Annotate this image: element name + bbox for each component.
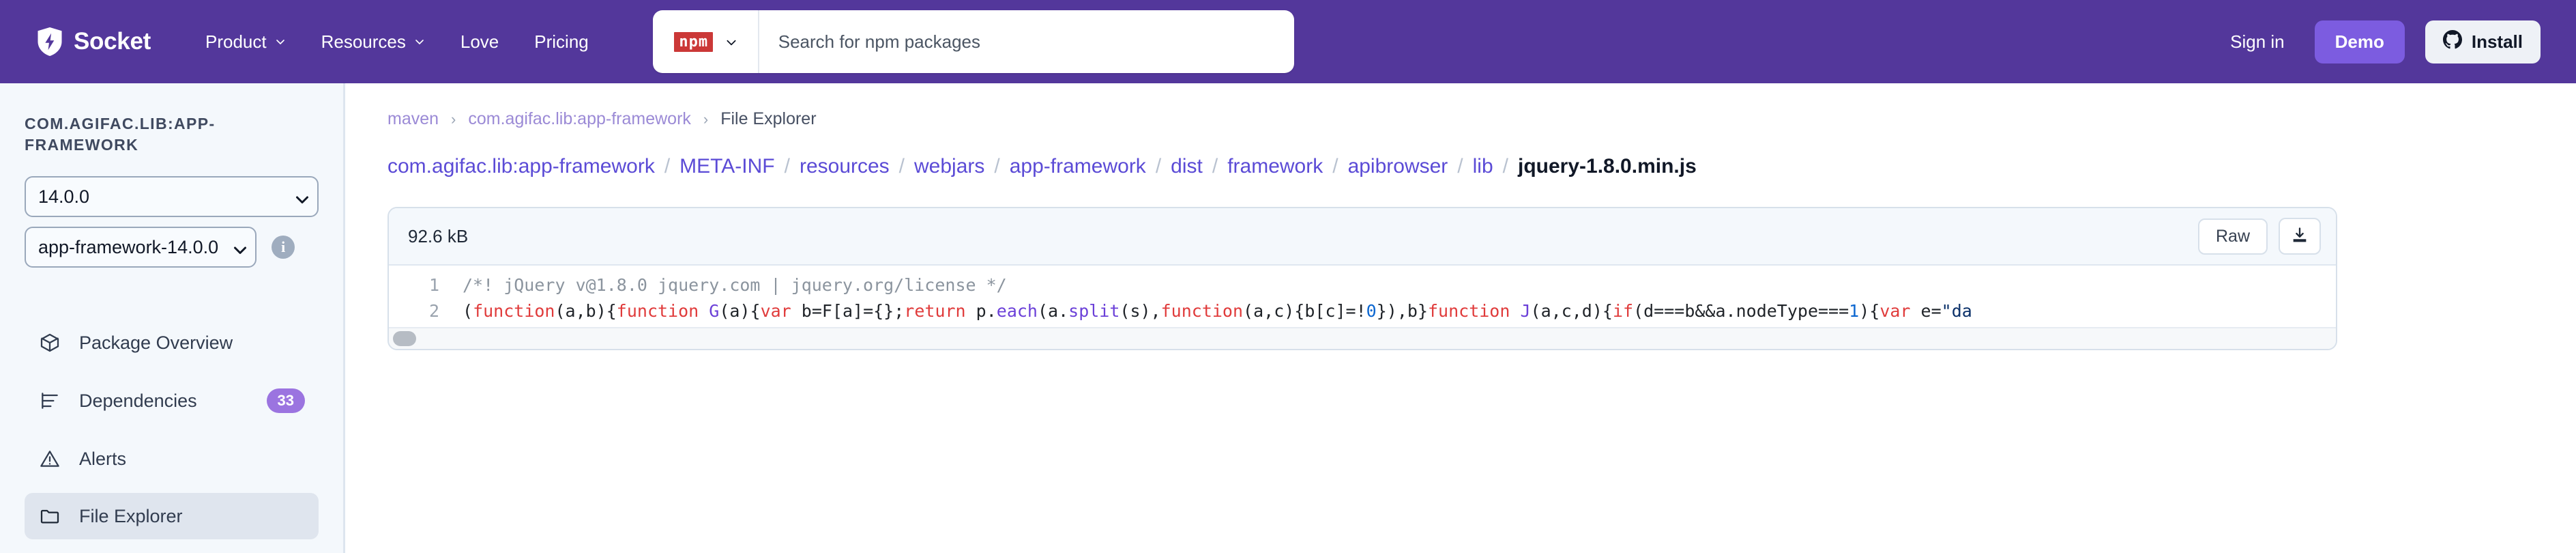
path-segment-lib[interactable]: lib bbox=[1473, 155, 1493, 178]
sidebar-item-file-explorer[interactable]: File Explorer bbox=[25, 493, 319, 540]
path-segment-app-framework[interactable]: app-framework bbox=[1010, 155, 1146, 178]
version-select-value: 14.0.0 bbox=[38, 186, 90, 207]
file-viewer-actions: Raw bbox=[2197, 218, 2321, 255]
path-segment-framework[interactable]: framework bbox=[1227, 155, 1323, 178]
path-separator: / bbox=[898, 155, 905, 178]
breadcrumb-separator-icon: › bbox=[703, 110, 709, 128]
demo-button[interactable]: Demo bbox=[2314, 20, 2405, 63]
file-path-breadcrumb: com.agifac.lib:app-framework / META-INF … bbox=[387, 155, 2541, 178]
main-content: maven › com.agifac.lib:app-framework › F… bbox=[345, 83, 2576, 553]
primary-nav: Product Resources Love Pricing bbox=[188, 25, 606, 59]
github-icon bbox=[2442, 29, 2462, 54]
search-input[interactable] bbox=[759, 10, 1294, 73]
chevron-down-icon bbox=[725, 36, 736, 47]
brand-logo-link[interactable]: Socket bbox=[35, 26, 151, 57]
code-line: 2 (function(a,b){function G(a){var b=F[a… bbox=[389, 298, 2336, 324]
install-button[interactable]: Install bbox=[2425, 20, 2541, 63]
artifact-select-value: app-framework-14.0.0 bbox=[38, 236, 219, 257]
file-viewer-card: 92.6 kB Raw 1 /*! jQuery v@1.8.0 jquery.… bbox=[387, 207, 2337, 350]
breadcrumb-item-maven[interactable]: maven bbox=[387, 109, 439, 129]
dependencies-icon bbox=[38, 389, 61, 412]
path-segment-apibrowser[interactable]: apibrowser bbox=[1348, 155, 1448, 178]
chevron-down-icon bbox=[275, 36, 286, 47]
sidebar-item-dependencies[interactable]: Dependencies 33 bbox=[25, 377, 319, 425]
sidebar-item-label: Alerts bbox=[79, 448, 127, 469]
path-segment-meta-inf[interactable]: META-INF bbox=[679, 155, 774, 178]
path-separator: / bbox=[994, 155, 1000, 178]
path-separator: / bbox=[664, 155, 671, 178]
nav-item-resources[interactable]: Resources bbox=[304, 25, 443, 59]
sidebar-item-label: Package Overview bbox=[79, 332, 233, 353]
chevron-down-icon bbox=[232, 242, 247, 255]
nav-item-love[interactable]: Love bbox=[443, 25, 516, 59]
breadcrumb-item-package[interactable]: com.agifac.lib:app-framework bbox=[468, 109, 691, 129]
nav-item-resources-label: Resources bbox=[321, 31, 406, 52]
npm-logo-icon: npm bbox=[674, 31, 714, 52]
raw-button[interactable]: Raw bbox=[2197, 218, 2268, 255]
file-size-label: 92.6 kB bbox=[408, 225, 469, 246]
sidebar-item-label: File Explorer bbox=[79, 505, 183, 526]
code-viewer[interactable]: 1 /*! jQuery v@1.8.0 jquery.com | jquery… bbox=[389, 266, 2336, 327]
scrollbar-thumb[interactable] bbox=[393, 331, 416, 346]
install-button-label: Install bbox=[2471, 31, 2523, 52]
path-separator: / bbox=[1332, 155, 1338, 178]
nav-item-product[interactable]: Product bbox=[188, 25, 304, 59]
search-bar: npm bbox=[652, 10, 1294, 73]
artifact-row: app-framework-14.0.0 i bbox=[25, 227, 319, 268]
breadcrumb-item-current: File Explorer bbox=[720, 109, 817, 128]
status-badge: 33 bbox=[266, 388, 305, 414]
path-separator: / bbox=[1502, 155, 1508, 178]
code-line-content: (function(a,b){function G(a){var b=F[a]=… bbox=[463, 301, 1972, 321]
sidebar-item-alerts[interactable]: Alerts bbox=[25, 436, 319, 482]
info-icon[interactable]: i bbox=[272, 236, 295, 259]
chevron-down-icon bbox=[414, 36, 425, 47]
sidebar-item-label: Dependencies bbox=[79, 390, 197, 411]
alert-triangle-icon bbox=[38, 447, 61, 470]
page-title: com.agifac.lib:app-framework bbox=[25, 115, 216, 154]
line-number: 2 bbox=[428, 301, 439, 321]
path-separator: / bbox=[1457, 155, 1463, 178]
ecosystem-selector[interactable]: npm bbox=[653, 10, 759, 73]
path-segment-dist[interactable]: dist bbox=[1171, 155, 1203, 178]
nav-item-pricing[interactable]: Pricing bbox=[516, 25, 606, 59]
file-viewer-toolbar: 92.6 kB Raw bbox=[389, 208, 2336, 266]
path-separator: / bbox=[784, 155, 790, 178]
brand-name: Socket bbox=[74, 28, 151, 55]
chevron-down-icon bbox=[294, 191, 308, 204]
package-sidebar: com.agifac.lib:app-framework 14.0.0 app-… bbox=[0, 83, 345, 553]
path-segment-package[interactable]: com.agifac.lib:app-framework bbox=[387, 155, 655, 178]
code-line: 1 /*! jQuery v@1.8.0 jquery.com | jquery… bbox=[389, 272, 2336, 298]
version-select[interactable]: 14.0.0 bbox=[25, 176, 319, 218]
folder-icon bbox=[38, 505, 61, 528]
path-separator: / bbox=[1212, 155, 1218, 178]
top-bar-actions: Sign in Demo Install bbox=[2221, 20, 2541, 63]
code-line-content: /*! jQuery v@1.8.0 jquery.com | jquery.o… bbox=[463, 275, 1007, 295]
breadcrumb: maven › com.agifac.lib:app-framework › F… bbox=[387, 109, 2541, 129]
breadcrumb-separator-icon: › bbox=[451, 110, 456, 128]
nav-item-pricing-label: Pricing bbox=[534, 31, 589, 52]
path-segment-webjars[interactable]: webjars bbox=[914, 155, 984, 178]
top-navigation-bar: Socket Product Resources Love Pricing np… bbox=[0, 0, 2576, 83]
sign-in-link[interactable]: Sign in bbox=[2221, 26, 2294, 58]
line-number: 1 bbox=[428, 275, 439, 295]
current-file-name: jquery-1.8.0.min.js bbox=[1518, 155, 1697, 178]
download-icon bbox=[2290, 226, 2309, 247]
horizontal-scrollbar[interactable] bbox=[389, 327, 2336, 349]
path-separator: / bbox=[1155, 155, 1162, 178]
sidebar-item-package-overview[interactable]: Package Overview bbox=[25, 320, 319, 366]
nav-item-product-label: Product bbox=[205, 31, 267, 52]
page-body: com.agifac.lib:app-framework 14.0.0 app-… bbox=[0, 83, 2576, 553]
artifact-select[interactable]: app-framework-14.0.0 bbox=[25, 227, 257, 268]
path-segment-resources[interactable]: resources bbox=[800, 155, 890, 178]
socket-shield-icon bbox=[35, 26, 64, 57]
nav-item-love-label: Love bbox=[460, 31, 499, 52]
sidebar-nav: Package Overview Dependencies 33 Alerts bbox=[25, 320, 319, 540]
download-button[interactable] bbox=[2279, 218, 2321, 255]
package-icon bbox=[38, 331, 61, 354]
